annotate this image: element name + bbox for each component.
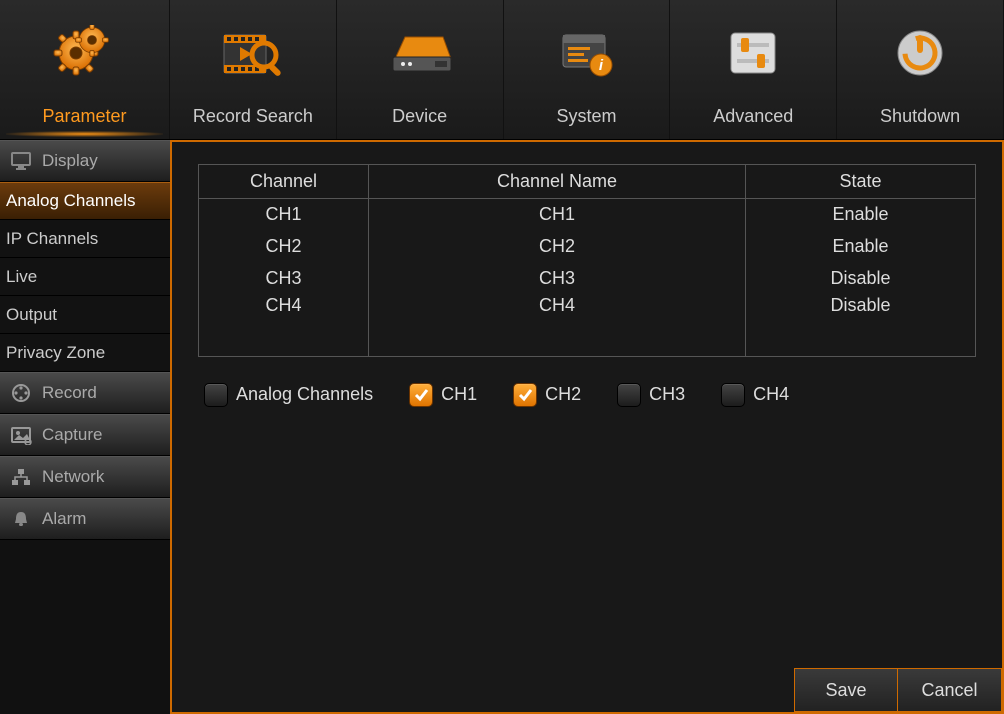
checkbox-ch4[interactable]: CH4: [721, 383, 789, 407]
sidebar-cat-label: Record: [42, 383, 97, 403]
sidebar-item-ip-channels[interactable]: IP Channels: [0, 220, 170, 258]
checkbox-icon: [513, 383, 537, 407]
tab-label: Device: [392, 106, 447, 127]
sidebar-cat-label: Capture: [42, 425, 102, 445]
system-info-icon: i: [504, 0, 670, 106]
hdd-icon: [337, 0, 503, 106]
checkbox-label: CH2: [545, 384, 581, 405]
bell-icon: [10, 509, 32, 529]
cell-name: CH3: [369, 263, 746, 295]
button-label: Cancel: [921, 680, 977, 701]
sidebar-cat-alarm[interactable]: Alarm: [0, 498, 170, 540]
cell-channel: CH2: [199, 231, 369, 263]
tab-label: Advanced: [713, 106, 793, 127]
film-reel-icon: [10, 383, 32, 403]
top-nav: Parameter Record Search: [0, 0, 1004, 140]
checkbox-ch2[interactable]: CH2: [513, 383, 581, 407]
cell-name: CH4: [369, 295, 746, 357]
save-button[interactable]: Save: [794, 668, 898, 712]
sidebar-item-privacy-zone[interactable]: Privacy Zone: [0, 334, 170, 372]
sidebar-item-live[interactable]: Live: [0, 258, 170, 296]
tab-system[interactable]: i System: [504, 0, 671, 139]
sidebar-item-label: IP Channels: [6, 229, 98, 249]
tab-advanced[interactable]: Advanced: [670, 0, 837, 139]
checkbox-ch3[interactable]: CH3: [617, 383, 685, 407]
sliders-icon: [670, 0, 836, 106]
table-row[interactable]: CH3 CH3 Disable: [199, 263, 976, 295]
cell-state: Disable: [746, 263, 976, 295]
checkbox-icon: [721, 383, 745, 407]
tab-device[interactable]: Device: [337, 0, 504, 139]
tab-label: Record Search: [193, 106, 313, 127]
main-panel: Channel Channel Name State CH1 CH1 Enabl…: [170, 140, 1004, 714]
checkbox-icon: [617, 383, 641, 407]
button-row: Save Cancel: [794, 668, 1002, 712]
tab-label: Parameter: [42, 106, 126, 127]
sidebar-item-label: Output: [6, 305, 57, 325]
cancel-button[interactable]: Cancel: [898, 668, 1002, 712]
gear-icon: [0, 0, 169, 106]
checkbox-ch1[interactable]: CH1: [409, 383, 477, 407]
table-row[interactable]: CH4 CH4 Disable: [199, 295, 976, 357]
tab-parameter[interactable]: Parameter: [0, 0, 170, 139]
checkbox-label: CH3: [649, 384, 685, 405]
cell-channel: CH3: [199, 263, 369, 295]
image-icon: [10, 425, 32, 445]
sidebar-item-label: Analog Channels: [6, 191, 135, 211]
cell-name: CH1: [369, 199, 746, 231]
cell-state: Enable: [746, 231, 976, 263]
sidebar: Display Analog Channels IP Channels Live…: [0, 140, 170, 714]
button-label: Save: [825, 680, 866, 701]
sidebar-item-output[interactable]: Output: [0, 296, 170, 334]
cell-channel: CH1: [199, 199, 369, 231]
sidebar-cat-record[interactable]: Record: [0, 372, 170, 414]
monitor-icon: [10, 151, 32, 171]
cell-name: CH2: [369, 231, 746, 263]
checkbox-analog-all[interactable]: Analog Channels: [204, 383, 373, 407]
channel-table: Channel Channel Name State CH1 CH1 Enabl…: [198, 164, 976, 357]
power-icon: [837, 0, 1003, 106]
film-search-icon: [170, 0, 336, 106]
sidebar-cat-label: Alarm: [42, 509, 86, 529]
table-row[interactable]: CH2 CH2 Enable: [199, 231, 976, 263]
checkbox-label: CH1: [441, 384, 477, 405]
cell-state: Disable: [746, 295, 976, 357]
table-row[interactable]: CH1 CH1 Enable: [199, 199, 976, 231]
tab-record-search[interactable]: Record Search: [170, 0, 337, 139]
sidebar-cat-label: Display: [42, 151, 98, 171]
tab-label: Shutdown: [880, 106, 960, 127]
tab-label: System: [556, 106, 616, 127]
tab-shutdown[interactable]: Shutdown: [837, 0, 1004, 139]
cell-state: Enable: [746, 199, 976, 231]
sidebar-cat-display[interactable]: Display: [0, 140, 170, 182]
col-header-channel: Channel: [199, 165, 369, 199]
checkbox-row: Analog Channels CH1 CH2 CH3: [198, 383, 976, 407]
sidebar-item-label: Privacy Zone: [6, 343, 105, 363]
col-header-name: Channel Name: [369, 165, 746, 199]
checkbox-icon: [409, 383, 433, 407]
sidebar-cat-network[interactable]: Network: [0, 456, 170, 498]
sidebar-item-label: Live: [6, 267, 37, 287]
network-icon: [10, 467, 32, 487]
sidebar-item-analog-channels[interactable]: Analog Channels: [0, 182, 170, 220]
col-header-state: State: [746, 165, 976, 199]
checkbox-label: CH4: [753, 384, 789, 405]
sidebar-cat-label: Network: [42, 467, 104, 487]
cell-channel: CH4: [199, 295, 369, 357]
checkbox-label: Analog Channels: [236, 384, 373, 405]
checkbox-icon: [204, 383, 228, 407]
sidebar-cat-capture[interactable]: Capture: [0, 414, 170, 456]
